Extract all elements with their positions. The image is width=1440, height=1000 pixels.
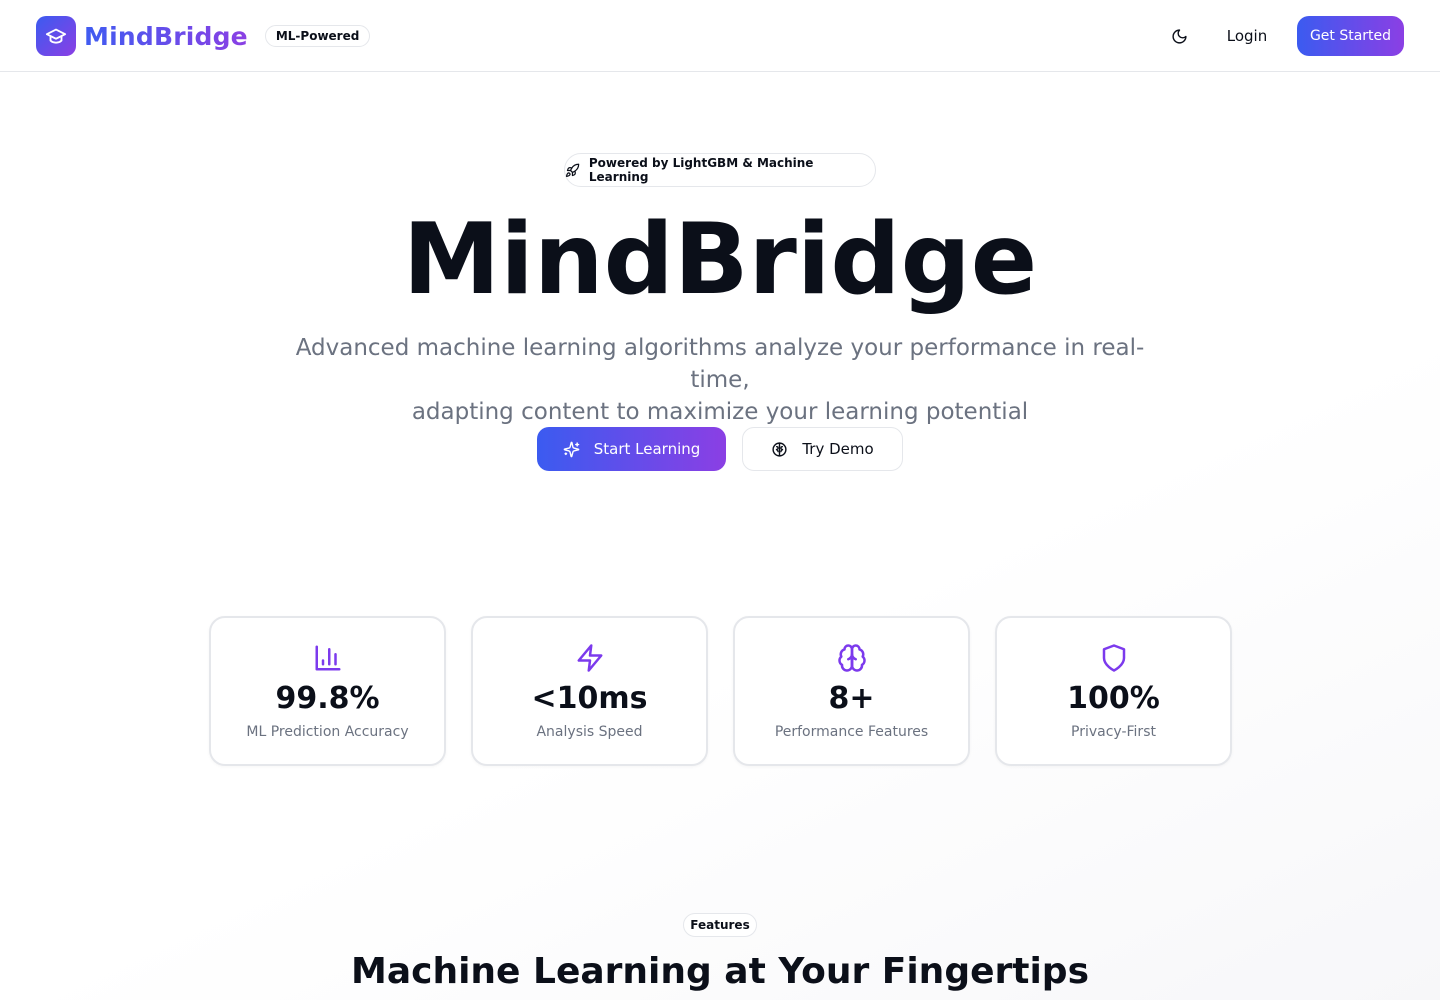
graduation-cap-icon [45, 28, 67, 44]
stat-card-accuracy: 99.8% ML Prediction Accuracy [209, 616, 446, 766]
login-button[interactable]: Login [1214, 16, 1280, 56]
try-demo-label: Try Demo [802, 440, 874, 458]
stat-value: 99.8% [275, 681, 380, 716]
powered-by-pill: Powered by LightGBM & Machine Learning [564, 153, 876, 187]
ml-powered-badge: ML-Powered [264, 25, 371, 47]
hero-title: MindBridge [402, 203, 1038, 317]
stat-card-features: 8+ Performance Features [733, 616, 970, 766]
brand[interactable]: MindBridge ML-Powered [36, 16, 371, 56]
shield-icon [1102, 644, 1125, 672]
theme-toggle-button[interactable] [1163, 20, 1195, 52]
sparkles-icon [563, 441, 580, 457]
brand-name: MindBridge [84, 21, 248, 51]
stat-value: <10ms [531, 681, 648, 716]
rocket-icon [565, 163, 580, 177]
hero-subtitle-line-1: Advanced machine learning algorithms ana… [295, 335, 1145, 393]
top-nav: MindBridge ML-Powered Login Get Started [0, 0, 1440, 72]
start-learning-label: Start Learning [593, 440, 701, 458]
logo [36, 16, 76, 56]
stat-label: Privacy-First [1071, 724, 1156, 740]
moon-icon [1171, 28, 1187, 44]
features-title: Machine Learning at Your Fingertips [351, 951, 1089, 992]
hero-subtitle-line-2: adapting content to maximize your learni… [411, 399, 1029, 425]
get-started-button[interactable]: Get Started [1297, 16, 1404, 56]
try-demo-button[interactable]: Try Demo [742, 427, 903, 471]
stat-value: 100% [1067, 681, 1160, 716]
stat-label: Analysis Speed [536, 724, 643, 740]
powered-by-text: Powered by LightGBM & Machine Learning [588, 156, 814, 184]
stat-value: 8+ [828, 681, 875, 716]
start-learning-button[interactable]: Start Learning [537, 427, 726, 471]
stat-label: Performance Features [774, 724, 929, 740]
stat-card-privacy: 100% Privacy-First [995, 616, 1232, 766]
stat-label: ML Prediction Accuracy [246, 724, 409, 740]
hero-subtitle: Advanced machine learning algorithms ana… [270, 332, 1170, 428]
bar-chart-icon [315, 645, 340, 671]
features-pill: Features [683, 913, 757, 937]
zap-icon [577, 644, 602, 672]
brain-icon [837, 644, 866, 672]
stat-card-speed: <10ms Analysis Speed [471, 616, 708, 766]
brain-icon [772, 441, 787, 457]
